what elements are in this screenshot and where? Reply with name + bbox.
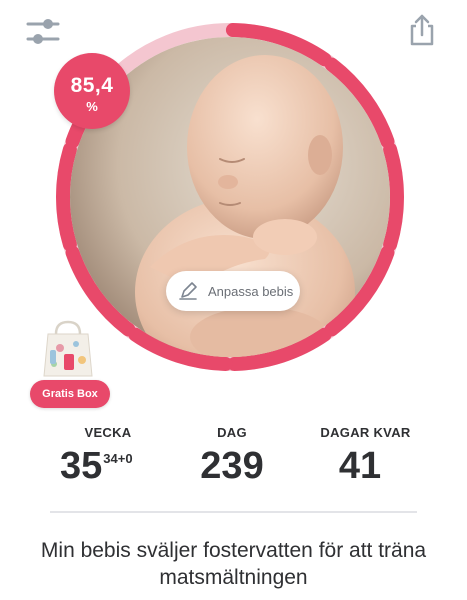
gift-bag-icon[interactable]: [38, 320, 98, 378]
divider: [50, 511, 417, 513]
gratis-box-button[interactable]: Gratis Box: [30, 380, 110, 408]
weekly-fact: Min bebis sväljer fostervatten för att t…: [40, 539, 427, 589]
share-button[interactable]: [402, 10, 442, 50]
progress-ring-segment-7: [56, 142, 77, 252]
week-stat: 3534+0: [60, 445, 170, 488]
progress-percent-value: 85,4: [70, 74, 114, 97]
week-value: 35: [60, 445, 103, 487]
pencil-icon: [179, 282, 197, 300]
progress-percent-unit: %: [86, 99, 98, 114]
customize-baby-button[interactable]: Anpassa bebis: [166, 271, 300, 311]
day-value: 239: [200, 445, 264, 487]
days-left-label: DAGAR KVAR: [320, 425, 411, 440]
customize-baby-label: Anpassa bebis: [208, 283, 294, 299]
progress-percent-badge: 85,4 %: [54, 53, 130, 129]
week-gestation-sub: 34+0: [103, 451, 133, 466]
day-label: DAG: [217, 425, 247, 440]
days-left-value: 41: [338, 445, 382, 487]
share-icon: [410, 14, 434, 46]
week-label: VECKA: [84, 425, 132, 440]
progress-ring-segment-2: [383, 142, 404, 252]
